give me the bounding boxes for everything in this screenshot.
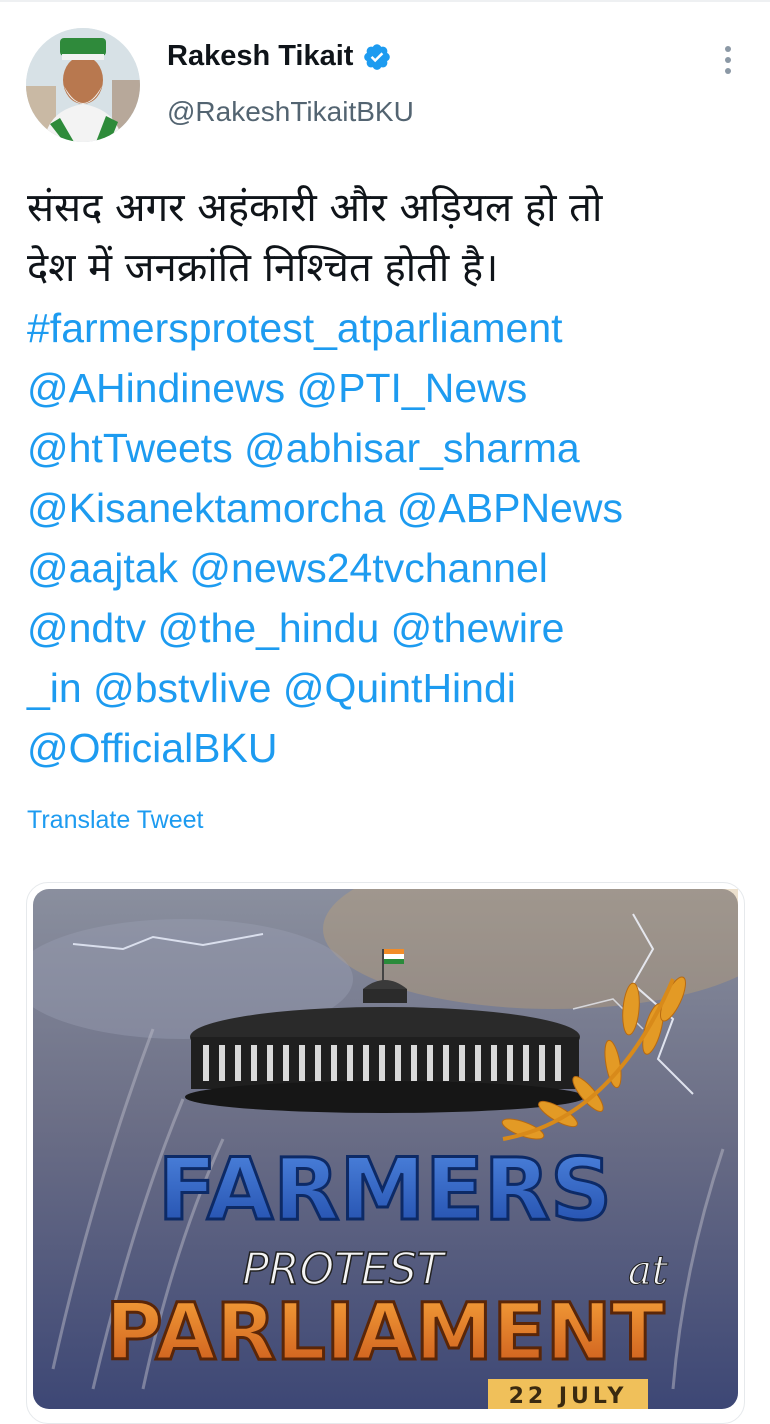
tweet-image[interactable]: FARMERS PROTEST at PARLIAMENT 22 JULY: [26, 882, 745, 1424]
mention-links[interactable]: @OfficialBKU: [27, 718, 757, 778]
translate-tweet-link[interactable]: Translate Tweet: [27, 806, 203, 835]
poster-image: FARMERS PROTEST at PARLIAMENT 22 JULY: [33, 889, 738, 1409]
avatar[interactable]: [26, 28, 140, 142]
mention-links[interactable]: @AHindinews @PTI_News: [27, 358, 757, 418]
mention-links[interactable]: @Kisanektamorcha @ABPNews: [27, 478, 757, 538]
author-handle[interactable]: @RakeshTikaitBKU: [167, 96, 414, 128]
hashtag-link[interactable]: #farmersprotest_atparliament: [27, 298, 757, 358]
tweet-text: संसद अगर अहंकारी और अड़ियल हो तो देश में…: [27, 178, 757, 778]
more-vertical-icon[interactable]: [718, 46, 738, 78]
top-divider: [0, 0, 770, 2]
mention-links[interactable]: @ndtv @the_hindu @thewire: [27, 598, 757, 658]
poster-title-parliament: PARLIAMENT: [106, 1288, 665, 1378]
mention-links[interactable]: @htTweets @abhisar_sharma: [27, 418, 757, 478]
author-row: Rakesh Tikait: [167, 40, 392, 73]
mention-links[interactable]: _in @bstvlive @QuintHindi: [27, 658, 757, 718]
poster-title-farmers: FARMERS: [158, 1140, 612, 1240]
verified-badge-icon: [364, 43, 391, 70]
tweet-text-line: संसद अगर अहंकारी और अड़ियल हो तो: [27, 185, 603, 231]
mention-links[interactable]: @aajtak @news24tvchannel: [27, 538, 757, 598]
author-name[interactable]: Rakesh Tikait: [167, 40, 353, 73]
tweet-text-line: देश में जनक्रांति निश्चित होती है।: [27, 245, 499, 291]
